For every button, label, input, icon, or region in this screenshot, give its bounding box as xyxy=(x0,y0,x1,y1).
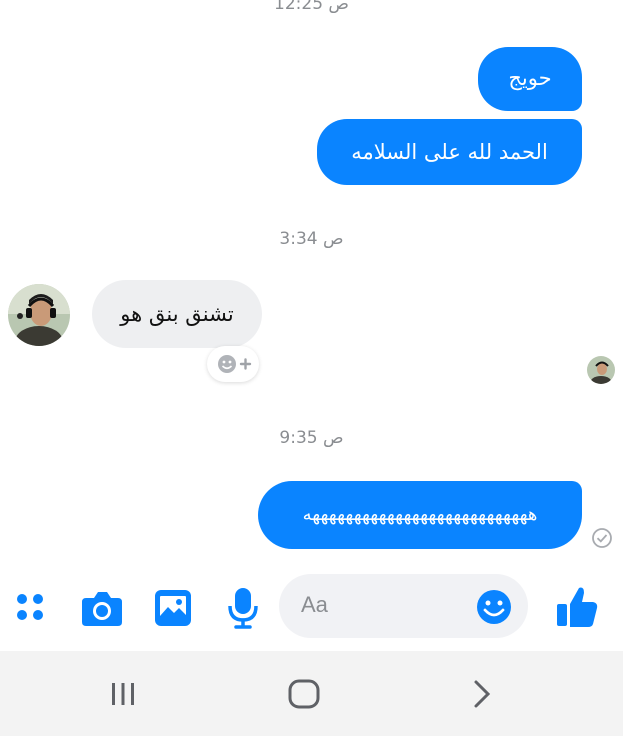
composer-bar: Aa xyxy=(0,572,623,644)
nav-recent-icon[interactable] xyxy=(108,680,138,708)
gallery-icon[interactable] xyxy=(153,588,193,628)
microphone-icon[interactable] xyxy=(226,586,260,630)
nav-back-icon[interactable] xyxy=(470,678,494,710)
message-input-placeholder: Aa xyxy=(301,592,328,617)
incoming-message[interactable]: تشنق بنق هو xyxy=(92,280,262,348)
read-receipt-avatar xyxy=(587,356,615,384)
emoji-icon[interactable] xyxy=(475,588,513,626)
sent-check-icon xyxy=(592,528,612,548)
outgoing-message[interactable]: الحمد لله على السلامه xyxy=(317,119,582,185)
camera-icon[interactable] xyxy=(80,588,124,628)
timestamp: 9:35 ص xyxy=(279,428,344,448)
timestamp: 12:25 ص xyxy=(274,0,349,14)
timestamp: 3:34 ص xyxy=(279,229,344,249)
outgoing-message[interactable]: هههههههههههههههههههههههههههه xyxy=(258,481,582,549)
outgoing-message[interactable]: حويج xyxy=(478,47,582,111)
thumbs-up-icon[interactable] xyxy=(555,584,599,630)
avatar[interactable] xyxy=(8,284,70,346)
add-reaction-icon xyxy=(218,355,252,373)
menu-dots-icon[interactable] xyxy=(13,590,49,626)
system-navigation-bar xyxy=(0,651,623,736)
nav-home-icon[interactable] xyxy=(287,678,321,710)
message-input[interactable]: Aa xyxy=(279,574,528,638)
add-reaction-button[interactable] xyxy=(207,346,259,382)
